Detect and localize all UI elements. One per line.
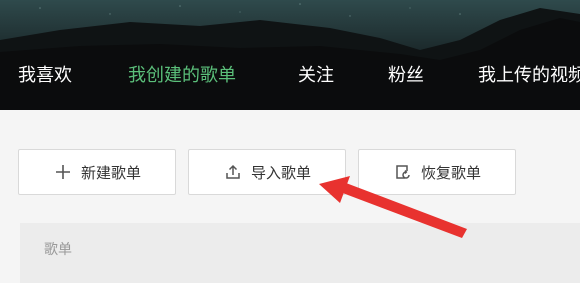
new-playlist-label: 新建歌单 [80, 163, 141, 182]
nav-item-created-playlists[interactable]: 我创建的歌单 [128, 64, 236, 88]
new-playlist-button[interactable]: 新建歌单 [18, 149, 176, 195]
restore-playlist-label: 恢复歌单 [420, 163, 481, 182]
main-content: 新建歌单 导入歌单 恢复歌单 歌单 [0, 110, 580, 283]
nav-item-followers[interactable]: 粉丝 [388, 64, 424, 88]
header-banner: 我喜欢 我创建的歌单 关注 粉丝 我上传的视频 [0, 0, 580, 110]
playlist-list-header: 歌单 [44, 242, 72, 258]
upload-icon [223, 162, 243, 182]
nav-item-uploaded-videos[interactable]: 我上传的视频 [478, 64, 580, 88]
mountain-background [0, 0, 580, 110]
playlist-list-panel: 歌单 [20, 223, 580, 283]
nav-item-following[interactable]: 关注 [298, 64, 334, 88]
import-playlist-label: 导入歌单 [250, 163, 311, 182]
plus-icon [53, 162, 73, 182]
restore-playlist-button[interactable]: 恢复歌单 [358, 149, 516, 195]
import-playlist-button[interactable]: 导入歌单 [188, 149, 346, 195]
nav-item-favorites[interactable]: 我喜欢 [18, 64, 72, 88]
restore-icon [393, 162, 413, 182]
